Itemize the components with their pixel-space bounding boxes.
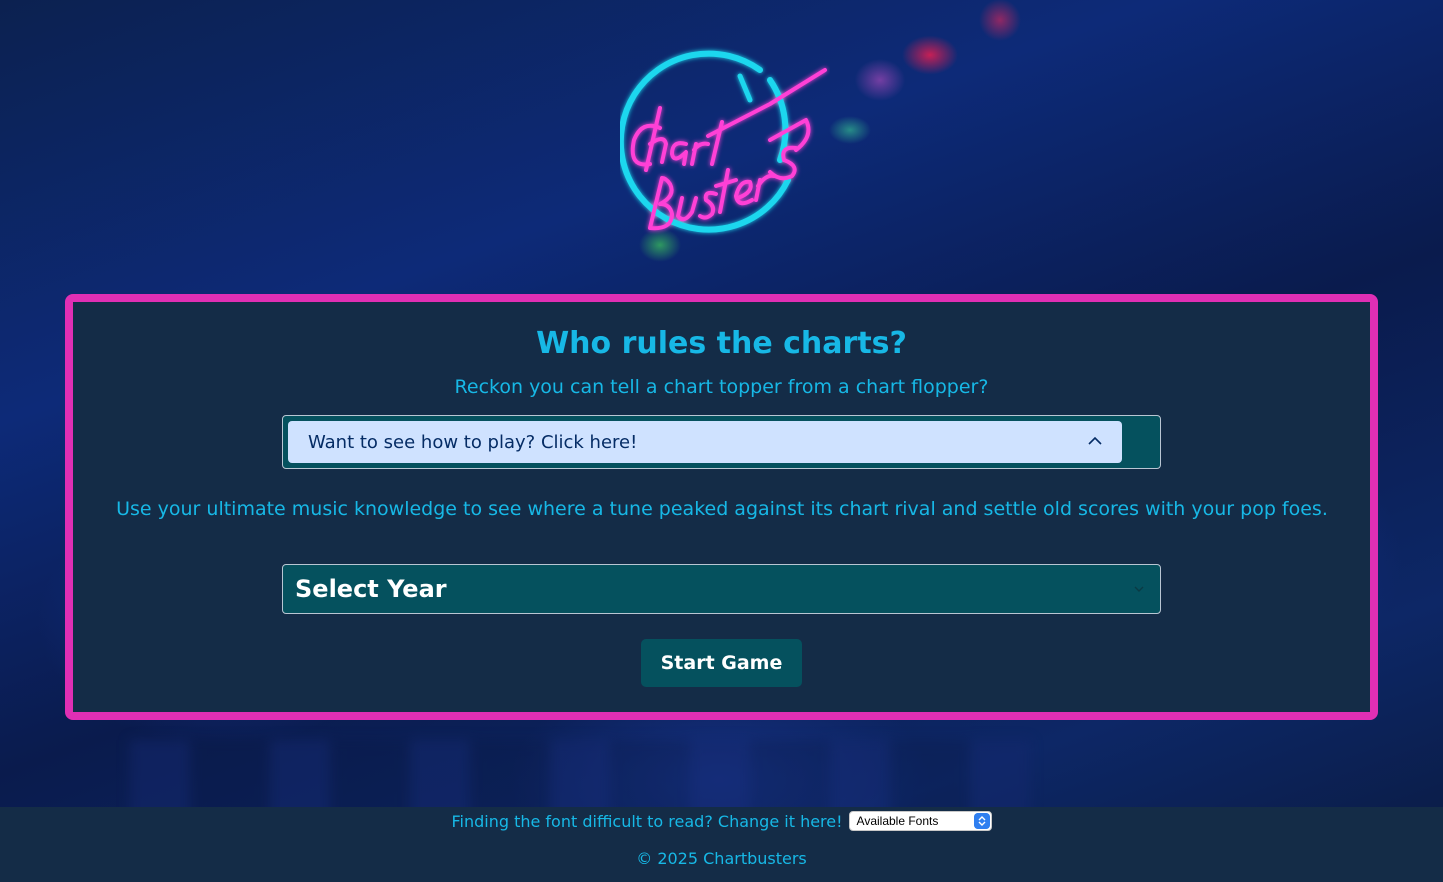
chartbusters-logo <box>620 50 827 233</box>
font-select-value: Available Fonts <box>856 814 939 828</box>
year-select-value: Select Year <box>295 575 447 603</box>
page-subtitle: Reckon you can tell a chart topper from … <box>454 376 989 398</box>
chevron-down-icon <box>1134 586 1144 592</box>
font-change-prompt: Finding the font difficult to read? Chan… <box>451 811 843 831</box>
font-select[interactable]: Available Fonts <box>848 811 992 831</box>
chevron-up-icon <box>1088 436 1102 445</box>
year-select[interactable]: Select Year <box>282 564 1161 614</box>
start-game-button[interactable]: Start Game <box>641 639 802 687</box>
select-arrows-icon <box>973 813 990 829</box>
copyright: © 2025 Chartbusters <box>636 849 807 868</box>
how-to-play-accordion: Want to see how to play? Click here! <box>282 415 1161 469</box>
how-to-play-label: Want to see how to play? Click here! <box>308 431 638 453</box>
game-description: Use your ultimate music knowledge to see… <box>116 498 1328 520</box>
font-change-row: Finding the font difficult to read? Chan… <box>0 809 1443 833</box>
game-card: Who rules the charts? Reckon you can tel… <box>65 294 1378 720</box>
footer: Finding the font difficult to read? Chan… <box>0 807 1443 882</box>
page-title: Who rules the charts? <box>536 326 907 361</box>
how-to-play-button[interactable]: Want to see how to play? Click here! <box>288 421 1122 463</box>
